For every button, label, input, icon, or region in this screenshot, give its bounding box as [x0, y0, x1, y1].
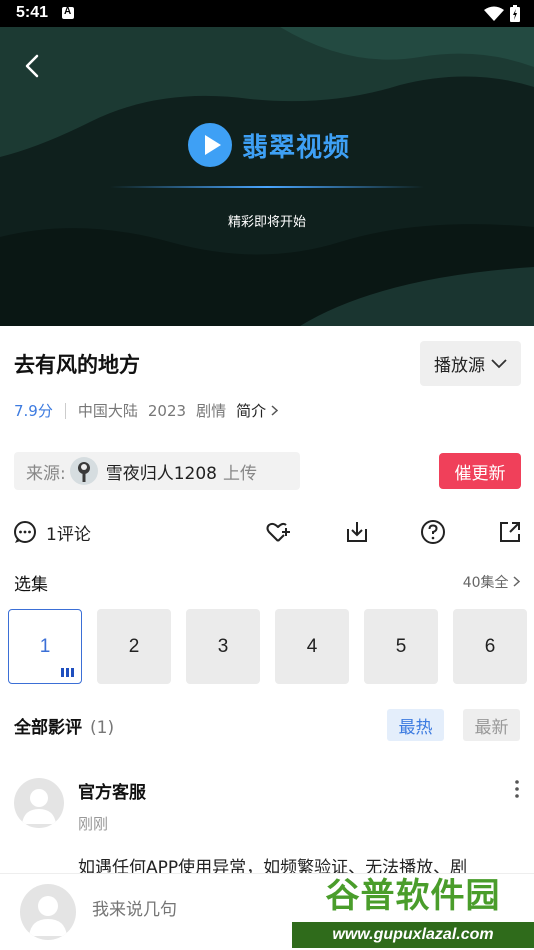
episodes-all-link[interactable]: 40集全: [462, 572, 521, 592]
genre: 剧情: [196, 402, 227, 420]
reviews-heading: 全部影评 (1): [14, 713, 114, 738]
episode-number: 3: [217, 635, 229, 657]
tab-newest[interactable]: 最新: [463, 709, 520, 741]
uploader-info[interactable]: 来源: 雪夜归人1208 上传: [14, 452, 300, 490]
episode-item[interactable]: 5: [364, 609, 438, 684]
episode-item[interactable]: 3: [186, 609, 260, 684]
watermark: 谷普软件园 www.gupuxlazal.com: [292, 868, 534, 950]
year: 2023: [147, 401, 187, 420]
episode-number: 4: [306, 635, 318, 657]
video-title: 去有风的地方: [14, 353, 140, 377]
notification-a-icon: [62, 6, 74, 19]
play-source-button[interactable]: 播放源: [420, 341, 521, 386]
play-logo-icon: [188, 123, 232, 167]
favorite-icon[interactable]: [265, 519, 291, 545]
brand-name: 翡翠视频: [242, 132, 351, 163]
reviewer-avatar[interactable]: [14, 778, 64, 828]
user-avatar: [20, 884, 76, 940]
comment-count-label: 1评论: [46, 524, 91, 545]
chevron-down-icon: [491, 358, 507, 368]
chevron-right-icon: [271, 405, 278, 416]
play-source-label: 播放源: [434, 356, 485, 376]
episode-item[interactable]: 1: [8, 609, 82, 684]
help-icon[interactable]: [420, 519, 446, 545]
battery-icon: [510, 5, 520, 22]
action-row: 1评论: [0, 513, 534, 553]
status-icons: [484, 5, 520, 22]
share-icon[interactable]: [497, 519, 523, 545]
comment-input[interactable]: [92, 900, 292, 920]
tab-hottest[interactable]: 最热: [387, 709, 444, 741]
wifi-icon: [484, 6, 504, 21]
brand: 翡翠视频: [188, 123, 350, 167]
episode-item[interactable]: 6: [453, 609, 527, 684]
uploader-avatar: [69, 457, 98, 485]
episode-number: 6: [484, 635, 496, 657]
episode-item[interactable]: 2: [97, 609, 171, 684]
episode-list: 1 2 3 4 5 6: [8, 609, 534, 685]
player-background: [0, 27, 534, 326]
uploader-name: 雪夜归人1208: [105, 463, 217, 484]
episodes-all-label: 40集全: [462, 575, 509, 591]
episode-item[interactable]: 4: [275, 609, 349, 684]
loading-line: [110, 186, 424, 188]
intro-link[interactable]: 简介: [236, 400, 278, 421]
video-meta: 7.9分 中国大陆 2023 剧情 简介: [14, 400, 278, 421]
back-arrow-icon[interactable]: [18, 51, 48, 81]
episode-number: 1: [39, 635, 51, 657]
divider: [64, 402, 66, 419]
episodes-heading: 选集: [14, 575, 48, 595]
episode-number: 2: [128, 635, 140, 657]
episode-number: 5: [395, 635, 407, 657]
video-player[interactable]: 翡翠视频 精彩即将开始: [0, 27, 534, 326]
reviews-title: 全部影评: [14, 718, 82, 738]
loading-text: 精彩即将开始: [227, 215, 306, 230]
intro-label: 简介: [236, 402, 267, 420]
watermark-url: www.gupuxlazal.com: [292, 922, 534, 948]
comment-icon: [14, 521, 36, 543]
uploader-action: 上传: [223, 463, 257, 484]
status-time: 5:41: [16, 4, 49, 21]
review-time: 刚刚: [78, 815, 109, 833]
playing-bars-icon: [61, 668, 74, 677]
chevron-right-icon: [513, 576, 521, 587]
region: 中国大陆: [77, 402, 138, 420]
score: 7.9分: [14, 402, 53, 420]
download-icon[interactable]: [344, 519, 370, 545]
reviews-count: (1): [90, 718, 115, 738]
urge-update-button[interactable]: 催更新: [439, 453, 521, 489]
status-bar: 5:41: [0, 0, 534, 27]
more-vertical-icon[interactable]: [511, 778, 523, 800]
reviewer-name: 官方客服: [78, 783, 146, 803]
watermark-title: 谷普软件园: [325, 876, 501, 916]
comment-button[interactable]: 1评论: [12, 519, 91, 545]
source-label: 来源:: [26, 463, 66, 484]
